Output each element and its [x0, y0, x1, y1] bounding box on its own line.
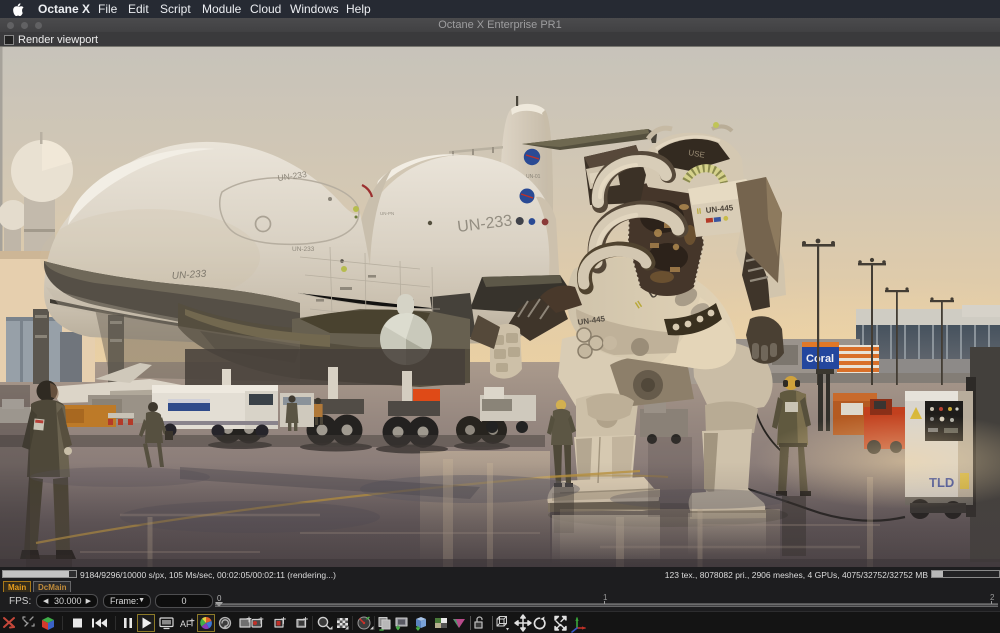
svg-text:II: II [696, 207, 701, 216]
svg-text:UN-233: UN-233 [292, 246, 315, 253]
svg-text:2: 2 [990, 593, 995, 602]
svg-text:UN-PN: UN-PN [380, 211, 394, 216]
svg-text:Coral: Coral [806, 353, 834, 365]
svg-text:1: 1 [603, 593, 608, 602]
svg-text:0: 0 [217, 594, 222, 603]
